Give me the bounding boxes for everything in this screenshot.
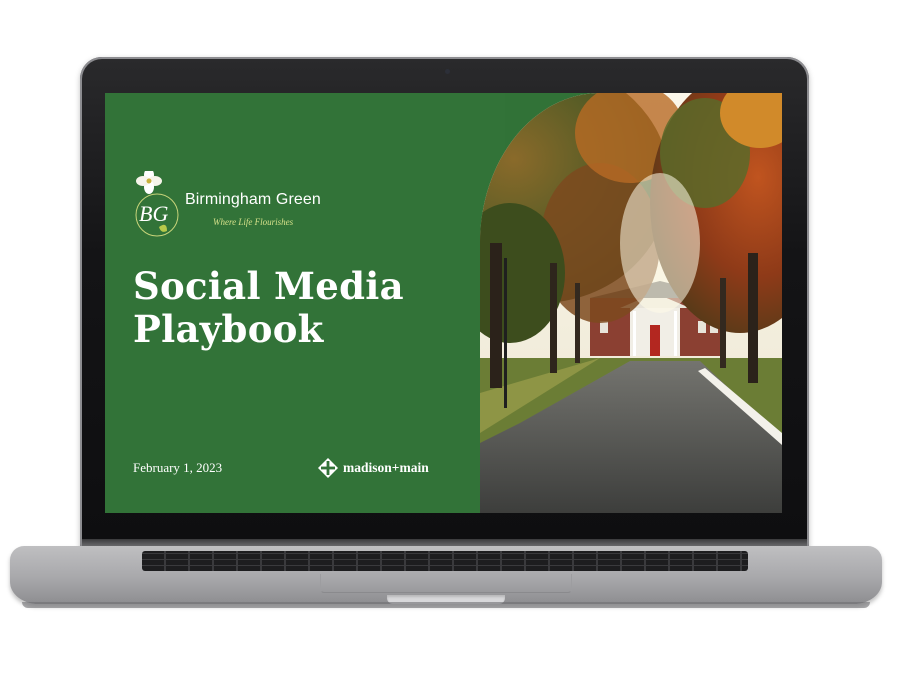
- base-shadow: [22, 602, 870, 608]
- autumn-trees-illustration: [480, 93, 782, 513]
- diamond-cross-icon: [318, 458, 338, 478]
- brand-tagline: Where Life Flourishes: [213, 217, 294, 227]
- partner-name: madison+main: [343, 460, 429, 475]
- slide-title: Social Media Playbook: [133, 265, 473, 351]
- slide-title-line2: Playbook: [133, 307, 324, 351]
- dogwood-flower-icon: BG: [135, 171, 179, 237]
- slide-date: February 1, 2023: [133, 460, 223, 475]
- keyboard: [142, 551, 748, 571]
- driveway-photo: [480, 93, 782, 513]
- brand-name: Birmingham Green: [185, 191, 321, 208]
- logo-monogram: BG: [139, 201, 168, 226]
- webcam-icon: [445, 69, 450, 74]
- birmingham-green-logo: BG Birmingham Green Where Life Flourishe…: [133, 171, 373, 241]
- slide-title-line1: Social Media: [133, 264, 404, 308]
- trackpad: [320, 574, 572, 593]
- presentation-slide: BG Birmingham Green Where Life Flourishe…: [105, 93, 782, 513]
